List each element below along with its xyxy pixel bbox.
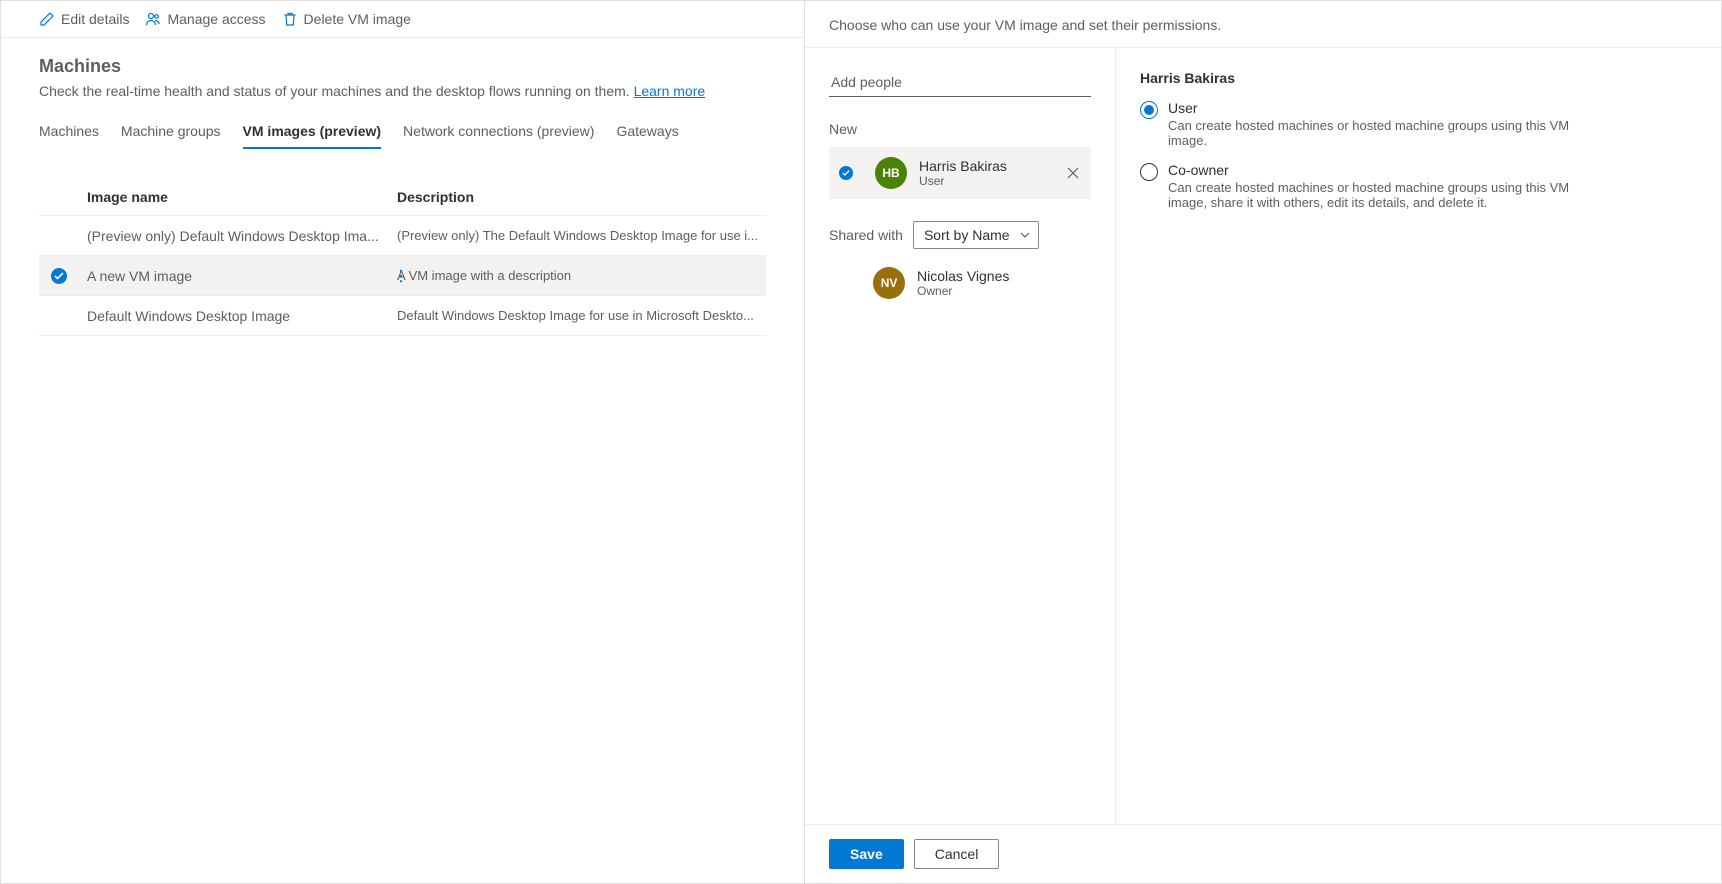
- chevron-down-icon: [1020, 227, 1030, 243]
- edit-details-button[interactable]: Edit details: [39, 11, 129, 27]
- row-desc: (Preview only) The Default Windows Deskt…: [397, 228, 766, 243]
- avatar: HB: [875, 157, 907, 189]
- radio-icon: [1140, 101, 1158, 119]
- delete-vm-button[interactable]: Delete VM image: [282, 11, 411, 27]
- table-header: Image name Description: [39, 179, 766, 216]
- save-button[interactable]: Save: [829, 839, 904, 869]
- panel-footer: Save Cancel: [805, 824, 1721, 883]
- check-icon: [839, 166, 853, 180]
- permission-desc: Can create hosted machines or hosted mac…: [1168, 180, 1608, 210]
- column-image-name[interactable]: Image name: [87, 189, 397, 205]
- more-icon[interactable]: [393, 268, 409, 284]
- delete-vm-label: Delete VM image: [304, 11, 411, 27]
- row-name: A new VM image: [87, 268, 397, 284]
- learn-more-link[interactable]: Learn more: [634, 83, 706, 99]
- permission-heading: Harris Bakiras: [1140, 70, 1697, 86]
- person-name: Nicolas Vignes: [917, 268, 1081, 284]
- row-name: (Preview only) Default Windows Desktop I…: [87, 228, 397, 244]
- edit-icon: [39, 11, 55, 27]
- cancel-button[interactable]: Cancel: [914, 839, 1000, 869]
- table-row[interactable]: (Preview only) Default Windows Desktop I…: [39, 216, 766, 256]
- permission-coowner-option[interactable]: Co-owner Can create hosted machines or h…: [1140, 162, 1697, 210]
- row-name: Default Windows Desktop Image: [87, 308, 397, 324]
- page-title: Machines: [39, 56, 766, 77]
- sort-by-select[interactable]: Sort by Name: [913, 221, 1039, 249]
- row-desc: Default Windows Desktop Image for use in…: [397, 308, 766, 323]
- column-description[interactable]: Description: [397, 189, 766, 205]
- shared-with-label: Shared with: [829, 227, 903, 243]
- toolbar: Edit details Manage access Delete VM ima…: [1, 1, 804, 38]
- person-role: User: [919, 174, 1065, 188]
- permission-desc: Can create hosted machines or hosted mac…: [1168, 118, 1608, 148]
- new-section-label: New: [829, 121, 1091, 137]
- tab-vm-images[interactable]: VM images (preview): [243, 117, 382, 149]
- manage-access-label: Manage access: [167, 11, 265, 27]
- person-role: Owner: [917, 284, 1081, 298]
- tab-network-connections[interactable]: Network connections (preview): [403, 117, 594, 149]
- permission-user-option[interactable]: User Can create hosted machines or hoste…: [1140, 100, 1697, 148]
- people-icon: [145, 11, 161, 27]
- tabs: Machines Machine groups VM images (previ…: [39, 117, 766, 149]
- close-icon: [1065, 165, 1081, 181]
- trash-icon: [282, 11, 298, 27]
- manage-access-panel: Choose who can use your VM image and set…: [805, 1, 1721, 883]
- panel-header: Choose who can use your VM image and set…: [805, 1, 1721, 48]
- avatar: NV: [873, 267, 905, 299]
- permission-label: Co-owner: [1168, 162, 1608, 178]
- edit-details-label: Edit details: [61, 11, 129, 27]
- radio-icon: [1140, 163, 1158, 181]
- tab-machines[interactable]: Machines: [39, 117, 99, 149]
- person-name: Harris Bakiras: [919, 158, 1065, 174]
- row-check-icon: [51, 268, 67, 284]
- permission-label: User: [1168, 100, 1608, 116]
- sort-by-value: Sort by Name: [924, 227, 1010, 243]
- person-card[interactable]: NV Nicolas Vignes Owner: [829, 263, 1091, 303]
- person-card[interactable]: HB Harris Bakiras User: [829, 147, 1091, 199]
- row-desc: A VM image with a description: [397, 268, 766, 283]
- table-row[interactable]: Default Windows Desktop Image Default Wi…: [39, 296, 766, 336]
- manage-access-button[interactable]: Manage access: [145, 11, 265, 27]
- remove-person-button[interactable]: [1065, 165, 1081, 181]
- tab-gateways[interactable]: Gateways: [616, 117, 678, 149]
- add-people-input[interactable]: [829, 70, 1091, 97]
- page-subtitle: Check the real-time health and status of…: [39, 83, 766, 99]
- tab-machine-groups[interactable]: Machine groups: [121, 117, 221, 149]
- table-row[interactable]: A new VM image A VM image with a descrip…: [39, 256, 766, 296]
